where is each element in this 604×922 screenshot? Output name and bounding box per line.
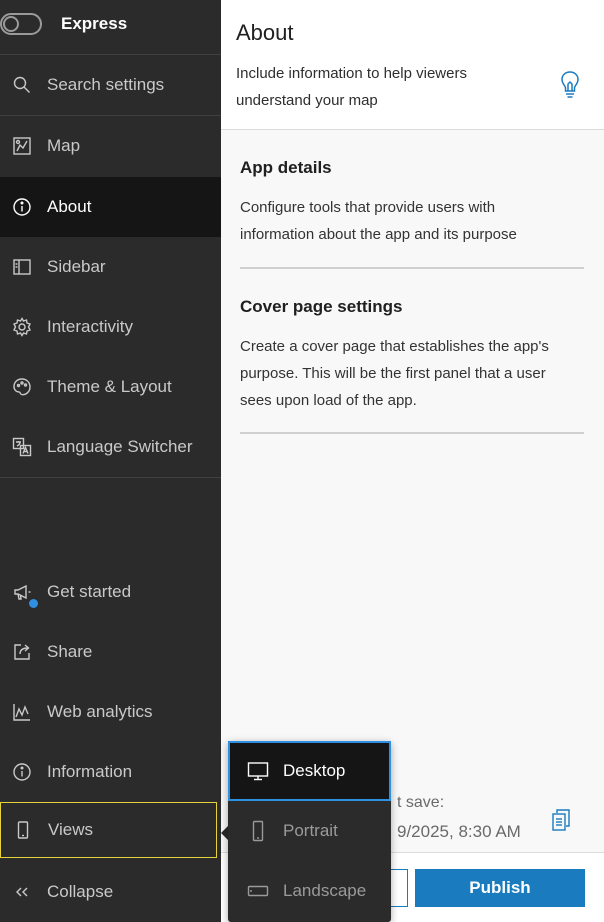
view-option-landscape[interactable]: Landscape xyxy=(228,861,391,921)
chevrons-left-icon xyxy=(11,881,33,903)
sidebar-item-sidebar[interactable]: Sidebar xyxy=(0,237,221,297)
desktop-icon xyxy=(246,759,270,783)
section-description: Configure tools that provide users with … xyxy=(240,199,517,243)
sidebar-item-label: Language Switcher xyxy=(47,437,193,456)
express-toggle[interactable] xyxy=(0,13,42,35)
sidebar-item-label: Theme & Layout xyxy=(47,377,172,396)
palette-icon xyxy=(11,376,33,398)
toggle-knob xyxy=(3,16,19,32)
language-icon xyxy=(11,436,33,458)
publish-button[interactable]: Publish xyxy=(415,869,585,907)
sidebar-item-information[interactable]: Information xyxy=(0,742,221,802)
sidebar-item-label: Views xyxy=(48,820,94,839)
section-cover-page-settings[interactable]: Cover page settings Create a cover page … xyxy=(240,297,584,414)
sidebar-item-label: Interactivity xyxy=(47,317,133,336)
view-option-label: Portrait xyxy=(283,821,338,840)
section-description: Create a cover page that establishes the… xyxy=(240,338,549,409)
gear-icon xyxy=(11,316,33,338)
section-app-details[interactable]: App details Configure tools that provide… xyxy=(240,158,584,248)
sidebar-item-label: Search settings xyxy=(47,75,165,94)
view-option-label: Desktop xyxy=(283,761,346,780)
sidebar: Express Search settings Map About Sideba… xyxy=(0,0,221,922)
mobile-icon xyxy=(12,819,34,841)
analytics-icon xyxy=(11,701,33,723)
sidebar-item-label: Sidebar xyxy=(47,257,106,276)
express-toggle-row: Express xyxy=(0,0,221,55)
express-label: Express xyxy=(61,14,128,33)
lightbulb-icon[interactable] xyxy=(559,70,581,100)
share-icon xyxy=(11,641,33,663)
views-popover: Desktop Portrait Landscape xyxy=(228,741,391,922)
map-icon xyxy=(11,135,33,157)
sidebar-item-label: Information xyxy=(47,762,133,781)
sidebar-item-label: Map xyxy=(47,136,81,155)
about-header: About Include information to help viewer… xyxy=(221,0,604,130)
sidebar-item-get-started[interactable]: Get started xyxy=(0,562,221,622)
sidebar-icon xyxy=(11,256,33,278)
divider xyxy=(240,267,584,269)
section-title: App details xyxy=(240,158,332,177)
sidebar-item-map[interactable]: Map xyxy=(0,116,221,176)
view-option-desktop[interactable]: Desktop xyxy=(228,741,391,801)
search-icon xyxy=(11,74,33,96)
section-title: Cover page settings xyxy=(240,297,403,316)
view-option-label: Landscape xyxy=(283,881,367,900)
sidebar-item-about[interactable]: About xyxy=(0,177,221,237)
sidebar-item-label: Web analytics xyxy=(47,702,153,721)
sidebar-item-interactivity[interactable]: Interactivity xyxy=(0,297,221,357)
last-save-label: t save: xyxy=(397,794,445,811)
landscape-icon xyxy=(246,879,270,903)
sidebar-item-share[interactable]: Share xyxy=(0,622,221,682)
portrait-icon xyxy=(246,819,270,843)
divider xyxy=(0,477,221,478)
sidebar-item-web-analytics[interactable]: Web analytics xyxy=(0,682,221,742)
sidebar-item-label: About xyxy=(47,197,92,216)
sidebar-item-collapse[interactable]: Collapse xyxy=(0,862,221,922)
page-description: Include information to help viewers unde… xyxy=(236,65,467,109)
last-save-value: 9/2025, 8:30 AM xyxy=(397,822,521,841)
divider xyxy=(240,432,584,434)
sidebar-item-label: Collapse xyxy=(47,882,114,901)
copy-icon[interactable] xyxy=(551,808,571,832)
view-option-portrait[interactable]: Portrait xyxy=(228,801,391,861)
sidebar-item-views[interactable]: Views xyxy=(0,802,217,858)
info-icon xyxy=(11,761,33,783)
sidebar-item-label: Share xyxy=(47,642,93,661)
info-icon xyxy=(11,196,33,218)
sidebar-item-label: Get started xyxy=(47,582,132,601)
page-title: About xyxy=(236,20,294,45)
sidebar-item-search-settings[interactable]: Search settings xyxy=(0,55,221,115)
sidebar-item-language-switcher[interactable]: Language Switcher xyxy=(0,417,221,477)
notification-dot xyxy=(29,599,38,608)
sidebar-item-theme-layout[interactable]: Theme & Layout xyxy=(0,357,221,417)
